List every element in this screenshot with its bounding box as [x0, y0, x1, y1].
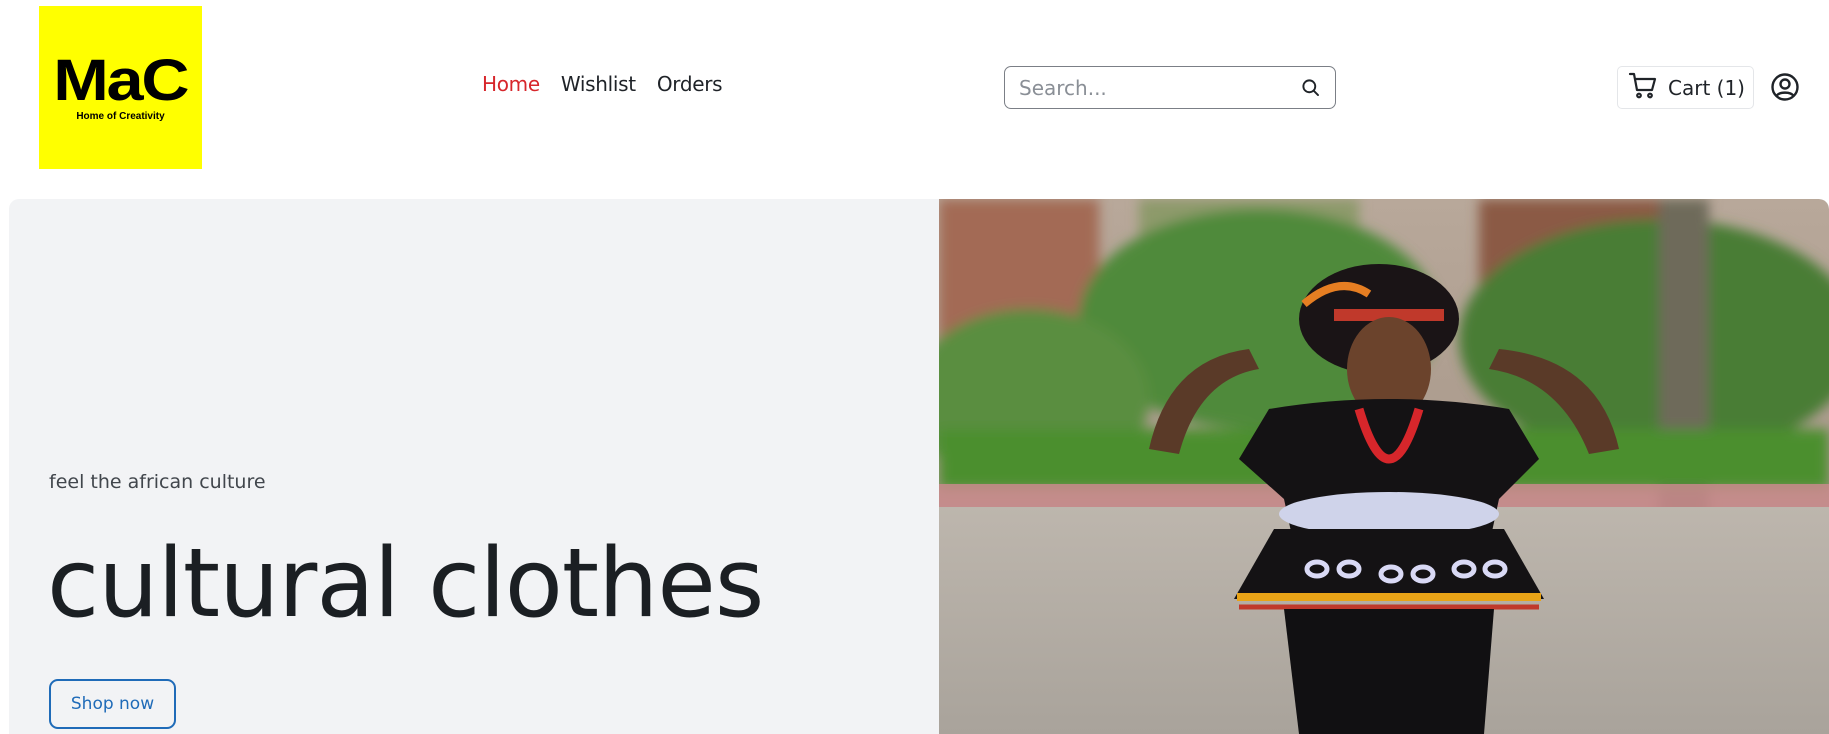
nav-link-home[interactable]: Home — [482, 72, 540, 96]
cart-label: Cart (1) — [1668, 75, 1745, 100]
brand-logo[interactable]: MaC Home of Creativity — [39, 6, 202, 169]
site-header: MaC Home of Creativity Home Wishlist Ord… — [0, 0, 1829, 200]
shop-now-button[interactable]: Shop now — [49, 679, 176, 729]
nav-link-orders[interactable]: Orders — [657, 72, 723, 96]
hero-image — [939, 199, 1829, 734]
nav-link-wishlist[interactable]: Wishlist — [561, 72, 636, 96]
search-icon[interactable] — [1299, 77, 1321, 99]
hero-subtitle: feel the african culture — [49, 471, 266, 493]
search-bar — [1004, 66, 1336, 109]
logo-wordmark: MaC — [53, 48, 190, 113]
cart-icon — [1628, 71, 1658, 104]
search-input[interactable] — [1019, 75, 1299, 100]
hero-title: cultural clothes — [47, 529, 764, 639]
user-circle-icon[interactable] — [1770, 72, 1800, 102]
hero-banner: feel the african culture cultural clothe… — [9, 199, 1829, 734]
cart-button[interactable]: Cart (1) — [1617, 66, 1754, 109]
main-nav: Home Wishlist Orders — [482, 72, 723, 96]
